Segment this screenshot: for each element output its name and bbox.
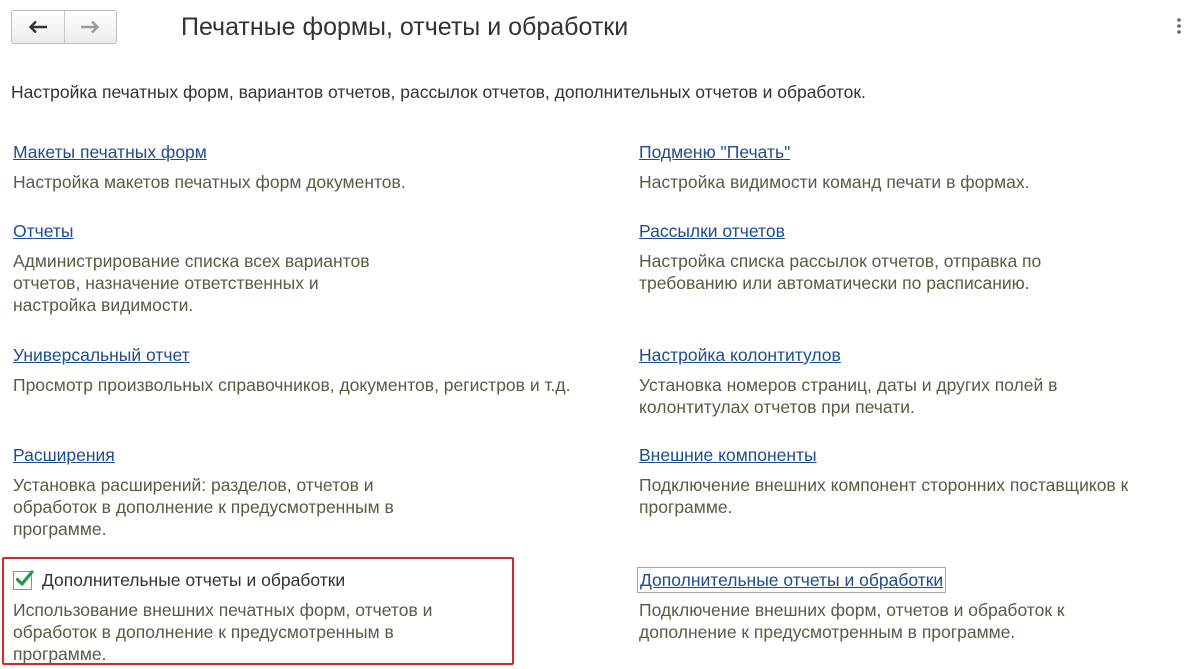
item-reports: Отчеты Администрирование списка всех вар… [13,220,370,316]
external-components-desc-line-2: программе. [639,497,733,517]
page-title: Печатные формы, отчеты и обработки [181,13,629,41]
back-button[interactable] [12,11,64,43]
arrow-left-icon [28,20,48,34]
additional-reports-checkbox-desc-line-2: обработок в дополнение к предусмотренным… [13,622,394,642]
extensions-link[interactable]: Расширения [13,444,115,466]
forward-button[interactable] [63,11,117,43]
navigation-buttons [11,10,117,44]
item-additional-reports-link: Дополнительные отчеты и обработки Подклю… [636,567,1065,643]
report-mailings-desc-line-1: Настройка списка рассылок отчетов, отпра… [639,251,1042,271]
extensions-desc-line-1: Установка расширений: разделов, отчетов … [13,475,374,495]
item-external-components: Внешние компоненты Подключение внешних к… [639,444,1128,518]
item-report-mailings: Рассылки отчетов Настройка списка рассыл… [639,220,1041,294]
universal-report-desc: Просмотр произвольных справочников, доку… [13,375,571,395]
universal-report-link[interactable]: Универсальный отчет [13,344,190,366]
reports-desc-line-3: настройка видимости. [13,295,194,315]
item-header-footer-settings: Настройка колонтитулов Установка номеров… [639,344,1057,418]
item-additional-reports-checkbox: Дополнительные отчеты и обработки Исполь… [13,569,432,665]
additional-reports-checkbox[interactable] [13,569,34,590]
extensions-desc-line-2: обработок в дополнение к предусмотренным… [13,497,394,517]
additional-reports-link-desc-line-1: Подключение внешних форм, отчетов и обра… [639,600,1065,620]
reports-desc-line-2: отчетов, назначение ответственных и [13,273,319,293]
item-universal-report: Универсальный отчет Просмотр произвольны… [13,344,570,396]
additional-reports-link-desc-line-2: дополнение к предусмотренным в программе… [639,622,1016,642]
more-actions-button[interactable] [1170,16,1188,40]
additional-reports-checkbox-desc-line-1: Использование внешних печатных форм, отч… [13,600,433,620]
item-print-form-templates: Макеты печатных форм Настройка макетов п… [13,141,406,193]
checkmark-icon [15,569,34,586]
report-mailings-link[interactable]: Рассылки отчетов [639,220,785,242]
external-components-link[interactable]: Внешние компоненты [639,444,817,466]
print-submenu-link[interactable]: Подменю "Печать" [639,141,790,163]
print-form-templates-link[interactable]: Макеты печатных форм [13,141,207,163]
external-components-desc-line-1: Подключение внешних компонент сторонних … [639,475,1129,495]
additional-reports-link[interactable]: Дополнительные отчеты и обработки [636,567,947,593]
vertical-dots-icon [1176,17,1182,40]
header-footer-settings-link[interactable]: Настройка колонтитулов [639,344,841,366]
page: Печатные формы, отчеты и обработки Настр… [0,0,1200,669]
item-print-submenu: Подменю "Печать" Настройка видимости ком… [639,141,1029,193]
item-extensions: Расширения Установка расширений: раздело… [13,444,394,540]
additional-reports-checkbox-label[interactable]: Дополнительные отчеты и обработки [42,569,345,591]
report-mailings-desc-line-2: требованию или автоматически по расписан… [639,273,1030,293]
arrow-right-icon [80,20,100,34]
print-submenu-desc: Настройка видимости команд печати в форм… [639,172,1030,192]
header-footer-settings-desc-line-2: колонтитулах отчетов при печати. [639,397,915,417]
header-footer-settings-desc-line-1: Установка номеров страниц, даты и других… [639,375,1058,395]
page-description: Настройка печатных форм, вариантов отчет… [11,82,866,102]
reports-link[interactable]: Отчеты [13,220,74,242]
extensions-desc-line-3: программе. [13,519,107,539]
reports-desc-line-1: Администрирование списка всех вариантов [13,251,370,271]
print-form-templates-desc: Настройка макетов печатных форм документ… [13,172,406,192]
additional-reports-checkbox-row[interactable]: Дополнительные отчеты и обработки [13,569,432,591]
additional-reports-checkbox-desc-line-3: программе. [13,644,107,664]
